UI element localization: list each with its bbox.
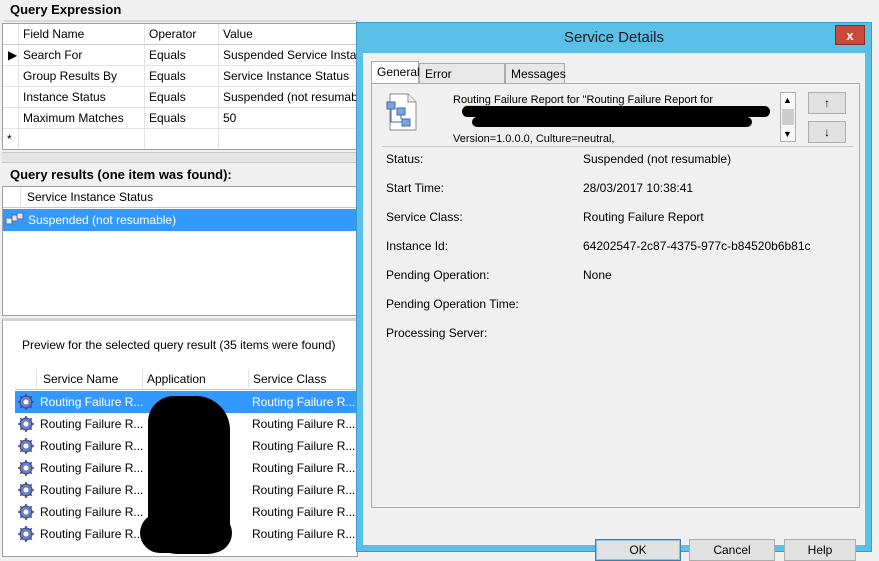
service-class-cell: Routing Failure R... [252, 439, 356, 453]
row-pointer-icon: ▶ [3, 45, 19, 66]
new-field-cell[interactable] [19, 129, 145, 149]
service-class-cell: Routing Failure R... [252, 395, 356, 409]
row-header [3, 108, 19, 129]
close-icon: x [846, 28, 854, 43]
instances-icon [5, 212, 25, 235]
row-header-corner [15, 369, 37, 390]
service-name-cell: Routing Failure R... [40, 439, 144, 453]
field-cell[interactable]: Group Results By [19, 66, 145, 87]
value-cell[interactable]: Service Instance Status [219, 66, 363, 87]
preview-panel: Preview for the selected query result (3… [2, 318, 358, 557]
divider [4, 20, 358, 22]
column-header-field-name[interactable]: Field Name [19, 24, 145, 45]
field-label: Service Class: [386, 210, 463, 224]
service-class-cell: Routing Failure R... [252, 505, 356, 519]
column-header-application[interactable]: Application [143, 369, 249, 390]
service-name-cell: Routing Failure R... [40, 483, 144, 497]
field-value: 64202547-2c87-4375-977c-b84520b6b81c [583, 239, 811, 253]
service-name-cell: Routing Failure R... [40, 461, 144, 475]
move-up-button[interactable]: ↑ [808, 92, 846, 114]
query-results-title: Query results (one item was found): [10, 167, 232, 182]
tab-error-information[interactable]: Error Information [419, 63, 505, 101]
column-header-value[interactable]: Value [219, 24, 363, 45]
tab-general[interactable]: General [371, 61, 420, 84]
field-label: Pending Operation Time: [386, 297, 519, 311]
preview-caption: Preview for the selected query result (3… [22, 338, 336, 352]
service-name-cell: Routing Failure R... [40, 395, 144, 409]
column-header-operator[interactable]: Operator [145, 24, 219, 45]
gear-icon [18, 526, 34, 549]
operator-cell[interactable]: Equals [145, 66, 219, 87]
new-operator-cell[interactable] [145, 129, 219, 149]
scrollbar-thumb[interactable] [782, 109, 794, 125]
field-value: Suspended (not resumable) [583, 152, 732, 166]
column-header-service-class[interactable]: Service Class [249, 369, 357, 390]
row-header-corner [3, 187, 21, 208]
redaction-mark [472, 117, 752, 127]
value-cell[interactable]: Suspended (not resumable) [219, 87, 363, 108]
operator-cell[interactable]: Equals [145, 87, 219, 108]
service-class-cell: Routing Failure R... [252, 461, 356, 475]
query-results-grid[interactable]: Service Instance Status Suspended (not r… [2, 186, 364, 316]
summary-line-4: Version=1.0.0.0, Culture=neutral, [453, 133, 615, 145]
field-label: Status: [386, 152, 424, 166]
field-label: Start Time: [386, 181, 445, 195]
query-expression-title: Query Expression [10, 2, 122, 17]
general-tab-panel: Routing Failure Report for "Routing Fail… [371, 83, 860, 508]
service-name-cell: Routing Failure R... [40, 505, 144, 519]
summary-scrollbar[interactable]: ▲ ▼ [780, 92, 796, 142]
move-down-button[interactable]: ↓ [808, 121, 846, 143]
query-expression-grid[interactable]: Field Name Operator Value ▶ Search For E… [2, 23, 364, 150]
pane-splitter[interactable] [2, 152, 358, 163]
field-value: Routing Failure Report [583, 210, 704, 224]
field-label: Processing Server: [386, 326, 488, 340]
new-row-marker: * [3, 129, 19, 149]
result-row-label: Suspended (not resumable) [28, 213, 177, 227]
dialog-title: Service Details [563, 29, 665, 46]
service-name-cell: Routing Failure R... [40, 417, 144, 431]
new-value-cell[interactable] [219, 129, 363, 149]
value-cell[interactable]: 50 [219, 108, 363, 129]
result-row[interactable]: Suspended (not resumable) [3, 209, 363, 231]
service-class-cell: Routing Failure R... [252, 483, 356, 497]
operator-cell[interactable]: Equals [145, 45, 219, 66]
service-class-cell: Routing Failure R... [252, 527, 356, 541]
field-label: Instance Id: [386, 239, 449, 253]
dialog-body: General Error Information Messages Routi… [363, 53, 865, 561]
service-name-cell: Routing Failure R... [40, 527, 144, 541]
field-label: Pending Operation: [386, 268, 490, 282]
scroll-up-arrow-icon[interactable]: ▲ [783, 95, 792, 105]
separator [382, 146, 853, 147]
query-expression-header: Query Expression [4, 0, 879, 20]
field-cell[interactable]: Instance Status [19, 87, 145, 108]
row-header [3, 66, 19, 87]
service-document-icon [384, 92, 420, 132]
help-button[interactable]: Help [784, 539, 856, 561]
field-value: None [583, 268, 612, 282]
field-value: 28/03/2017 10:38:41 [583, 181, 694, 195]
tab-messages[interactable]: Messages [505, 63, 566, 83]
ok-button[interactable]: OK [595, 539, 681, 561]
value-cell[interactable]: Suspended Service Instance [219, 45, 363, 66]
service-class-cell: Routing Failure R... [252, 417, 356, 431]
redaction-mark [462, 106, 770, 117]
field-cell[interactable]: Maximum Matches [19, 108, 145, 129]
cancel-button[interactable]: Cancel [689, 539, 775, 561]
service-details-dialog: Service Details x General Error Informat… [356, 22, 872, 561]
field-cell[interactable]: Search For [19, 45, 145, 66]
close-button[interactable]: x [835, 25, 865, 45]
column-header-service-instance-status[interactable]: Service Instance Status [21, 187, 363, 208]
column-header-service-name[interactable]: Service Name [37, 369, 143, 390]
row-header-corner [3, 24, 19, 45]
operator-cell[interactable]: Equals [145, 108, 219, 129]
scroll-down-arrow-icon[interactable]: ▼ [783, 129, 792, 139]
row-header [3, 87, 19, 108]
redaction-mark [140, 513, 232, 553]
